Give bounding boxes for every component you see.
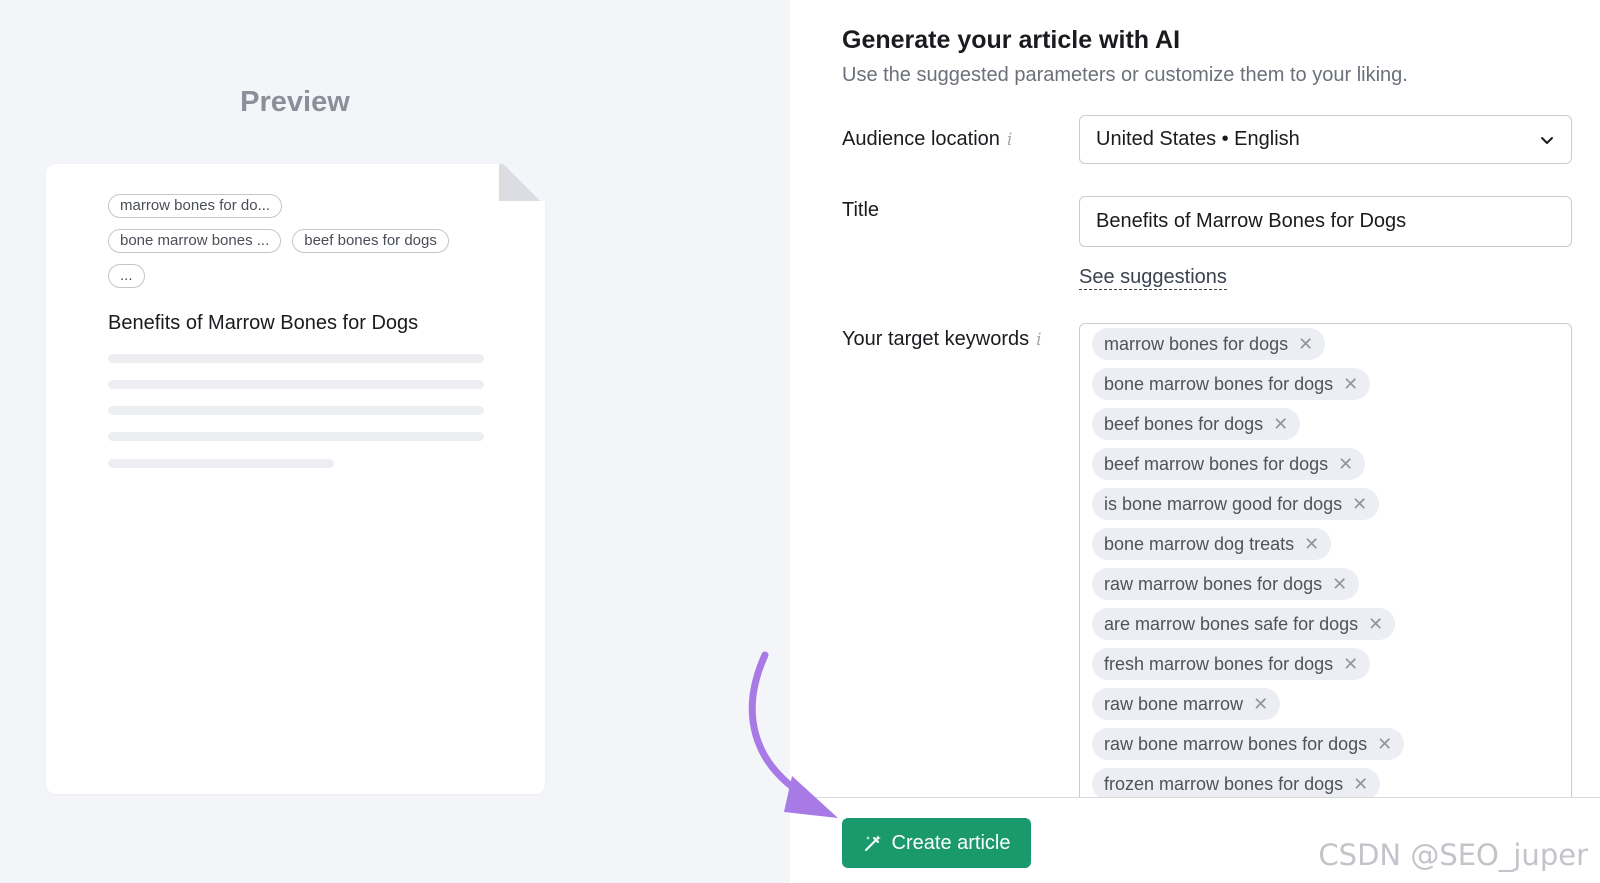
placeholder-line xyxy=(108,459,334,468)
keyword-chip: fresh marrow bones for dogs ✕ xyxy=(1092,648,1371,680)
audience-location-label-text: Audience location xyxy=(842,128,1000,150)
keyword-chip-label: raw bone marrow xyxy=(1104,693,1244,714)
keyword-chip-label: bone marrow bones for dogs xyxy=(1104,373,1334,394)
keyword-chip-label: raw bone marrow bones for dogs xyxy=(1104,733,1368,754)
form-title: Generate your article with AI xyxy=(842,26,1181,54)
audience-location-label: Audience location i xyxy=(842,128,1012,151)
remove-keyword-icon[interactable]: ✕ xyxy=(1298,335,1313,353)
keyword-chip: raw marrow bones for dogs ✕ xyxy=(1092,568,1360,600)
placeholder-line xyxy=(108,432,484,441)
keyword-chip: beef marrow bones for dogs ✕ xyxy=(1092,448,1366,480)
remove-keyword-icon[interactable]: ✕ xyxy=(1332,575,1347,593)
remove-keyword-icon[interactable]: ✕ xyxy=(1352,495,1367,513)
target-keywords-label: Your target keywords i xyxy=(842,328,1042,351)
create-article-button[interactable]: Create article xyxy=(842,818,1031,868)
keyword-chip: bone marrow bones for dogs ✕ xyxy=(1092,368,1371,400)
keyword-chip: beef bones for dogs ✕ xyxy=(1092,408,1301,440)
preview-pane: Preview marrow bones for do... bone marr… xyxy=(0,0,790,883)
keyword-chip-label: bone marrow dog treats xyxy=(1104,533,1295,554)
placeholder-line xyxy=(108,406,484,415)
preview-document: marrow bones for do... bone marrow bones… xyxy=(46,164,545,794)
target-keywords-label-text: Your target keywords xyxy=(842,328,1030,350)
preview-keyword-chip: bone marrow bones ... xyxy=(108,229,282,253)
placeholder-line xyxy=(108,380,484,389)
keyword-chip: bone marrow dog treats ✕ xyxy=(1092,528,1332,560)
remove-keyword-icon[interactable]: ✕ xyxy=(1343,375,1358,393)
remove-keyword-icon[interactable]: ✕ xyxy=(1338,455,1353,473)
title-input[interactable] xyxy=(1079,196,1572,247)
remove-keyword-icon[interactable]: ✕ xyxy=(1353,775,1368,793)
remove-keyword-icon[interactable]: ✕ xyxy=(1377,735,1392,753)
preview-keyword-chip: ... xyxy=(108,264,145,288)
keyword-chip: raw bone marrow ✕ xyxy=(1092,688,1281,720)
title-label: Title xyxy=(842,199,880,221)
preview-keyword-chip: marrow bones for do... xyxy=(108,194,283,218)
placeholder-line xyxy=(108,354,484,363)
keyword-chip-label: raw marrow bones for dogs xyxy=(1104,573,1323,594)
keyword-chip-label: fresh marrow bones for dogs xyxy=(1104,653,1334,674)
preview-title: Preview xyxy=(240,86,350,118)
preview-heading: Benefits of Marrow Bones for Dogs xyxy=(108,312,419,334)
remove-keyword-icon[interactable]: ✕ xyxy=(1368,615,1383,633)
audience-location-select[interactable]: United States • English xyxy=(1079,115,1572,164)
keyword-chip: is bone marrow good for dogs ✕ xyxy=(1092,488,1380,520)
keyword-chip-label: beef marrow bones for dogs xyxy=(1104,453,1329,474)
watermark: CSDN @SEO_juper xyxy=(1318,838,1588,872)
keyword-chip: frozen marrow bones for dogs ✕ xyxy=(1092,768,1381,800)
magic-wand-icon xyxy=(864,835,881,851)
create-article-label: Create article xyxy=(891,831,1011,854)
keyword-chip-label: is bone marrow good for dogs xyxy=(1104,493,1343,514)
preview-keyword-chips: marrow bones for do... bone marrow bones… xyxy=(108,194,508,299)
form-subtitle: Use the suggested parameters or customiz… xyxy=(842,64,1408,86)
info-icon[interactable]: i xyxy=(1036,330,1041,350)
keyword-chip-label: marrow bones for dogs xyxy=(1104,333,1289,354)
info-icon[interactable]: i xyxy=(1007,130,1012,150)
remove-keyword-icon[interactable]: ✕ xyxy=(1253,695,1268,713)
see-suggestions-link[interactable]: See suggestions xyxy=(1079,265,1227,290)
keyword-chip: marrow bones for dogs ✕ xyxy=(1092,328,1326,360)
remove-keyword-icon[interactable]: ✕ xyxy=(1273,415,1288,433)
keyword-chip-list: marrow bones for dogs ✕ bone marrow bones … xyxy=(1092,328,1405,803)
keyword-chip-label: frozen marrow bones for dogs xyxy=(1104,773,1344,794)
keyword-chip: are marrow bones safe for dogs ✕ xyxy=(1092,608,1396,640)
annotation-arrow-icon xyxy=(748,651,838,818)
keyword-chip-label: are marrow bones safe for dogs xyxy=(1104,613,1359,634)
chevron-down-icon xyxy=(1541,136,1553,144)
keyword-chip-label: beef bones for dogs xyxy=(1104,413,1264,434)
target-keywords-field[interactable]: marrow bones for dogs ✕ bone marrow bones … xyxy=(1079,323,1572,803)
remove-keyword-icon[interactable]: ✕ xyxy=(1304,535,1319,553)
keyword-chip: raw bone marrow bones for dogs ✕ xyxy=(1092,728,1405,760)
preview-keyword-chip: beef bones for dogs xyxy=(292,229,449,253)
audience-location-value: United States • English xyxy=(1096,128,1300,150)
remove-keyword-icon[interactable]: ✕ xyxy=(1343,655,1358,673)
